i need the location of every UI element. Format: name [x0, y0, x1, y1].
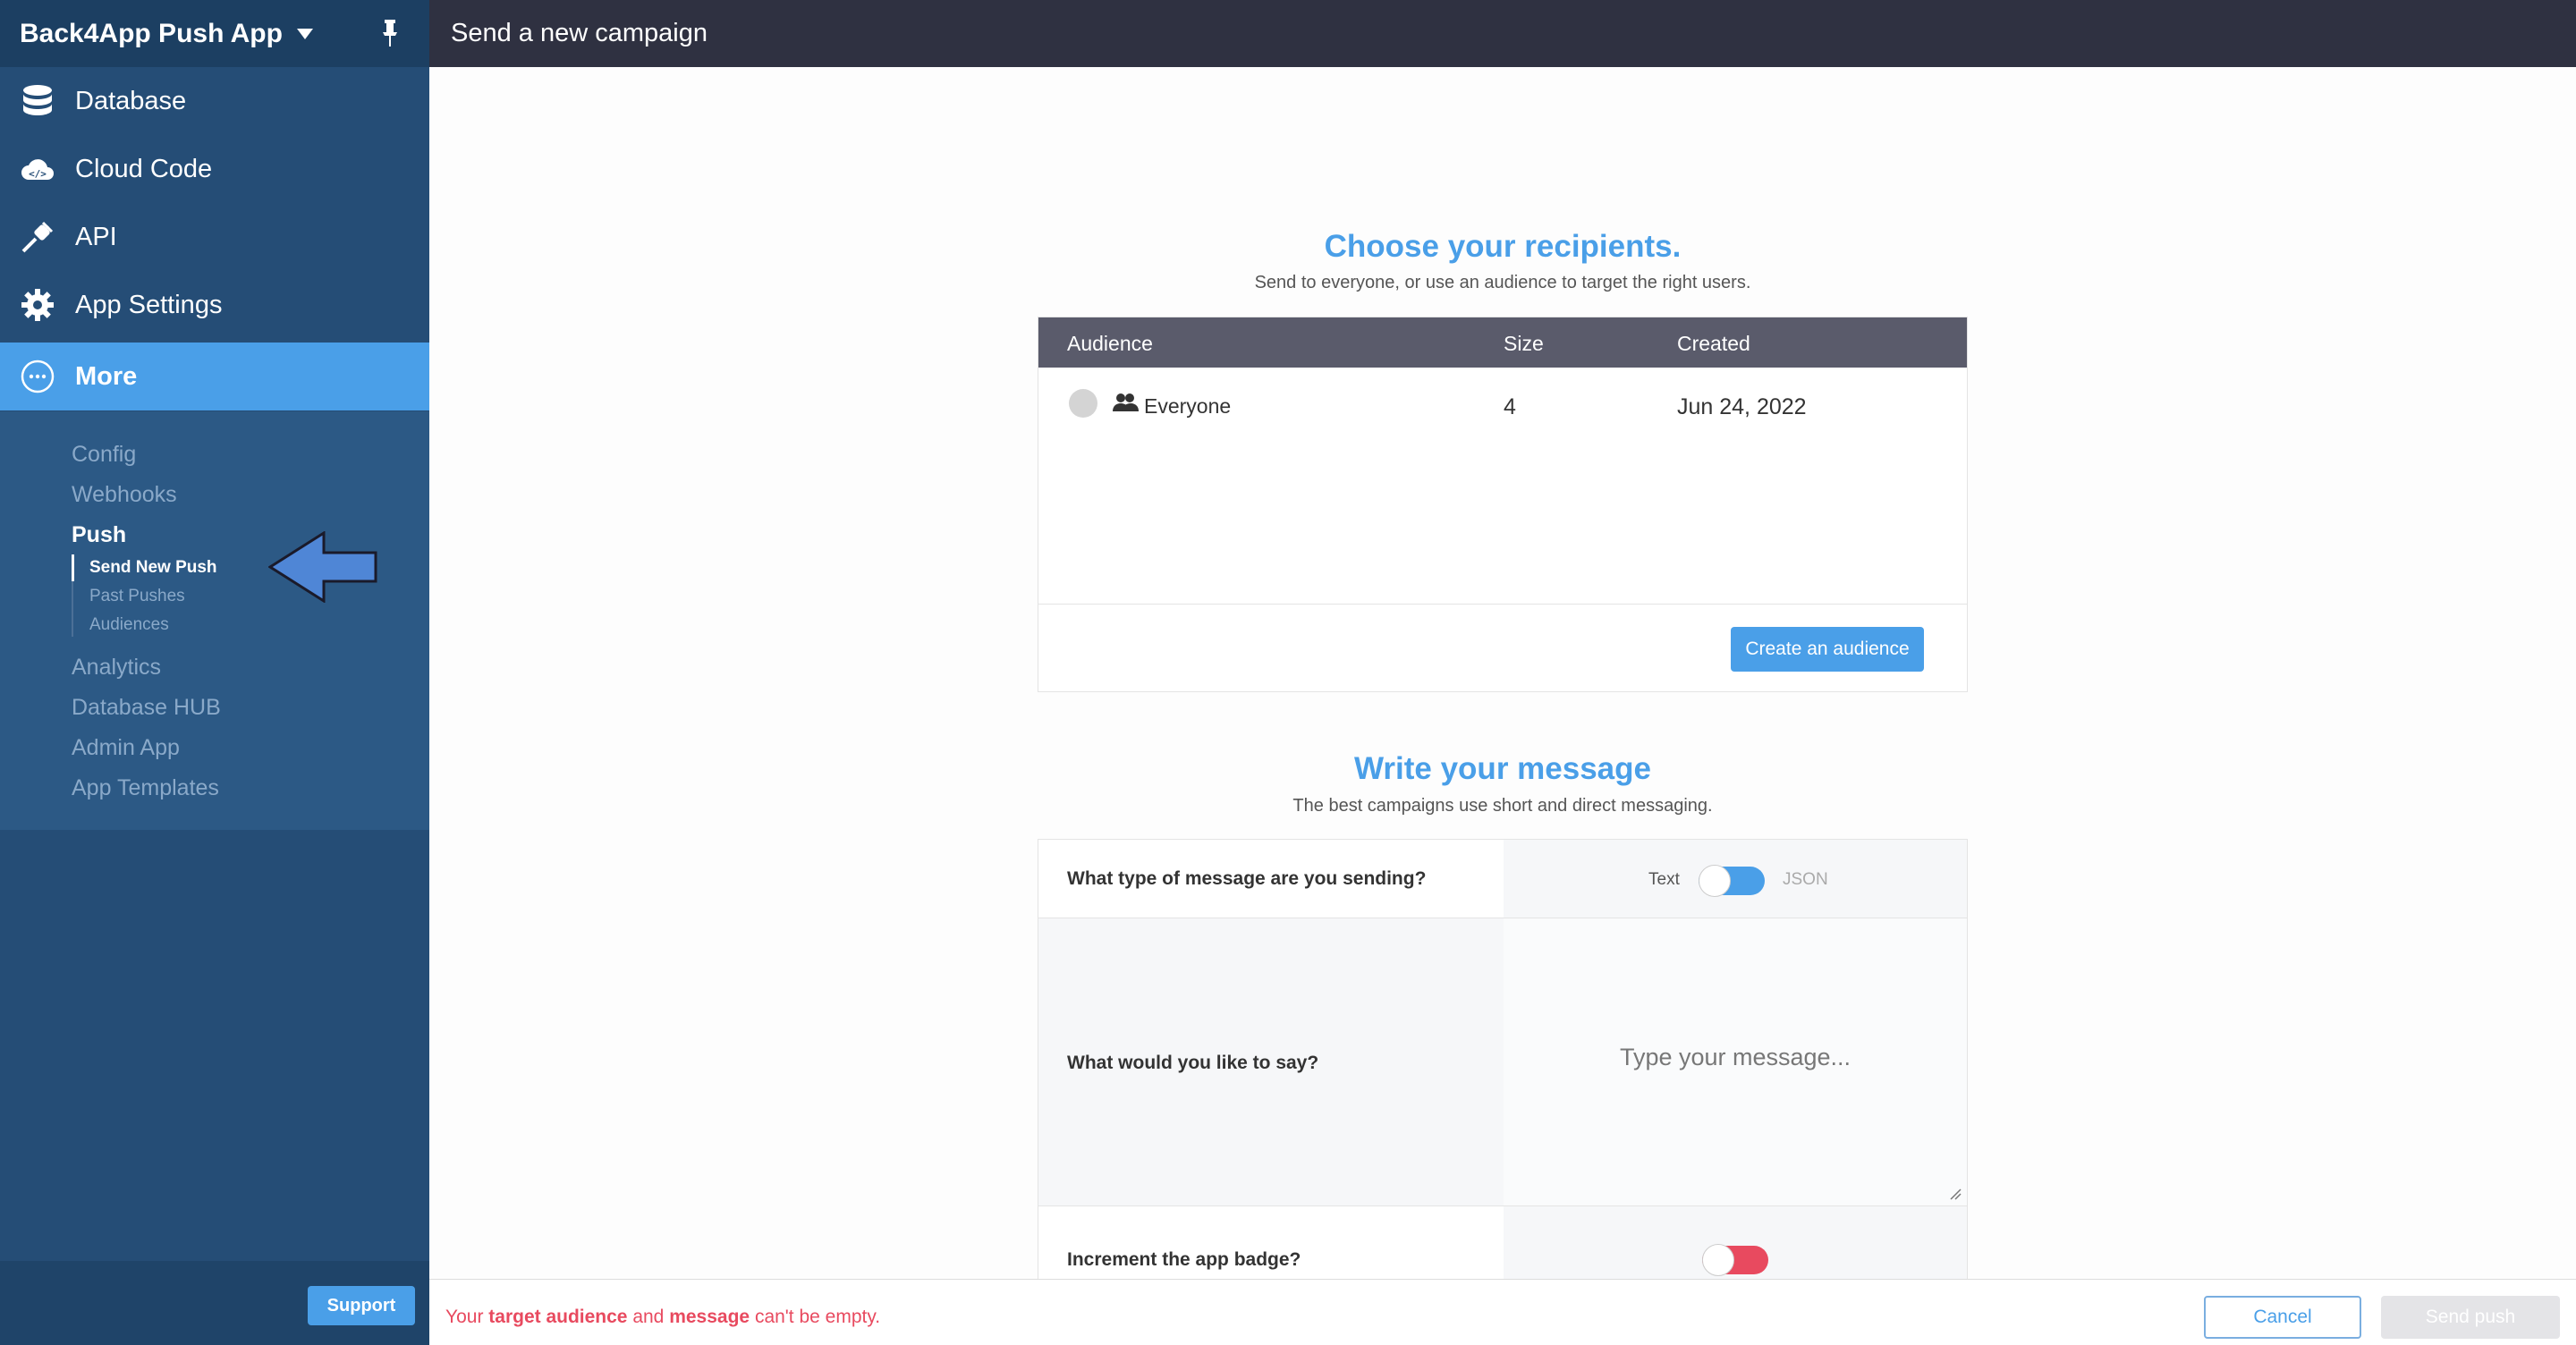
error-text: Your: [445, 1307, 489, 1327]
nav-item-cloud-code[interactable]: </> Cloud Code: [0, 135, 429, 203]
nav-item-app-settings[interactable]: App Settings: [0, 271, 429, 339]
error-text: and: [627, 1307, 670, 1327]
message-body-row: What would you like to say?: [1038, 918, 1967, 1206]
column-header-audience: Audience: [1067, 332, 1153, 355]
users-icon: [1113, 393, 1139, 411]
cloud-code-icon: </>: [21, 159, 54, 180]
toggle-option-json: JSON: [1783, 870, 1828, 889]
message-type-label: What type of message are you sending?: [1067, 868, 1427, 889]
badge-control: [1504, 1206, 1967, 1285]
svg-text:</>: </>: [29, 168, 47, 180]
bottom-bar: Your target audience and message can't b…: [429, 1279, 2576, 1345]
nav-item-label: Cloud Code: [75, 154, 213, 183]
recipients-subheading: Send to everyone, or use an audience to …: [1254, 273, 1751, 292]
submenu-item-admin-app[interactable]: Admin App: [72, 735, 180, 761]
more-icon: [21, 360, 55, 393]
active-indicator: [72, 554, 74, 581]
message-body-label: What would you like to say?: [1067, 1053, 1319, 1073]
submenu-item-database-hub[interactable]: Database HUB: [72, 695, 221, 721]
nav-item-api[interactable]: API: [0, 203, 429, 271]
audience-radio[interactable]: [1069, 389, 1097, 418]
error-text-message: message: [669, 1307, 750, 1327]
nav-item-database[interactable]: Database: [0, 67, 429, 135]
database-icon: [23, 85, 52, 115]
error-text: can't be empty.: [750, 1307, 881, 1327]
gear-icon: [21, 289, 54, 321]
submenu-guide-line: [72, 581, 73, 637]
divider: [1038, 604, 1967, 605]
nav-item-label: More: [75, 361, 138, 391]
message-body-control: [1504, 918, 1967, 1205]
pin-icon[interactable]: [381, 20, 399, 47]
cancel-button[interactable]: Cancel: [2204, 1296, 2361, 1339]
create-audience-button[interactable]: Create an audience: [1731, 627, 1924, 672]
topbar: Send a new campaign: [429, 0, 2576, 67]
validation-error: Your target audience and message can't b…: [445, 1307, 880, 1328]
message-heading: Write your message: [1354, 751, 1651, 786]
caret-down-icon: [296, 28, 313, 39]
submenu-item-past-pushes[interactable]: Past Pushes: [89, 587, 185, 606]
plug-icon: [21, 221, 54, 253]
badge-toggle[interactable]: [1702, 1244, 1768, 1276]
audience-created: Jun 24, 2022: [1677, 394, 1807, 419]
nav-item-label: API: [75, 222, 117, 251]
table-header: Audience Size Created: [1038, 317, 1967, 368]
column-header-created: Created: [1677, 332, 1750, 355]
badge-row: Increment the app badge?: [1038, 1206, 1967, 1285]
support-button[interactable]: Support: [308, 1286, 415, 1325]
app-switcher[interactable]: Back4App Push App: [0, 0, 429, 67]
submenu-item-webhooks[interactable]: Webhooks: [72, 482, 177, 508]
submenu-item-push[interactable]: Push: [72, 522, 126, 548]
nav-item-more[interactable]: More: [0, 343, 429, 410]
message-input[interactable]: [1504, 918, 1967, 1205]
message-form: What type of message are you sending? Te…: [1038, 839, 1968, 1286]
toggle-knob: [1702, 1244, 1734, 1276]
resize-handle-icon[interactable]: [1949, 1188, 1962, 1200]
recipients-heading: Choose your recipients.: [1324, 229, 1682, 264]
audience-table: Audience Size Created Everyone 4 Jun 24,…: [1038, 317, 1968, 692]
message-type-row: What type of message are you sending? Te…: [1038, 840, 1967, 918]
audience-name: Everyone: [1144, 394, 1232, 418]
message-type-control: Text JSON: [1504, 840, 1967, 918]
error-text-audience: target audience: [488, 1307, 628, 1327]
column-header-size: Size: [1504, 332, 1544, 355]
submenu-item-send-new-push[interactable]: Send New Push: [89, 558, 217, 578]
nav-item-label: App Settings: [75, 290, 223, 319]
toggle-knob: [1699, 865, 1731, 897]
toggle-option-text: Text: [1648, 870, 1680, 889]
page-title: Send a new campaign: [451, 19, 708, 47]
pointer-arrow-icon: [268, 531, 377, 603]
sidebar: Back4App Push App Database </> Cloud Cod…: [0, 0, 429, 1345]
more-submenu: [0, 411, 429, 830]
app-name: Back4App Push App: [20, 18, 283, 48]
badge-label: Increment the app badge?: [1067, 1249, 1301, 1270]
send-push-button[interactable]: Send push: [2381, 1296, 2560, 1339]
submenu-item-audiences[interactable]: Audiences: [89, 615, 169, 635]
nav-item-label: Database: [75, 86, 187, 115]
submenu-item-analytics[interactable]: Analytics: [72, 655, 161, 681]
audience-size: 4: [1504, 394, 1516, 419]
message-subheading: The best campaigns use short and direct …: [1292, 796, 1713, 816]
message-format-toggle[interactable]: [1699, 865, 1765, 897]
submenu-item-app-templates[interactable]: App Templates: [72, 775, 219, 801]
submenu-item-config[interactable]: Config: [72, 442, 136, 468]
